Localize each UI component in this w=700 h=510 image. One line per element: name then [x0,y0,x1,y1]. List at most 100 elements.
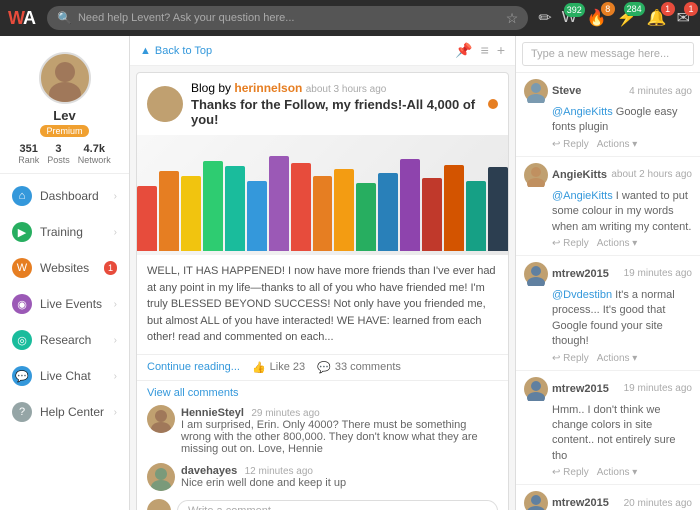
message-avatar-mtrew3 [524,491,548,510]
message-reply-area-3: ↩ Reply Actions ▾ [552,353,692,364]
message-reply-area: ↩ Reply Actions ▾ [552,139,692,150]
message-reply-area-4: ↩ Reply Actions ▾ [552,467,692,478]
comments-section: View all comments HennieSteyl 29 minutes… [137,380,508,510]
username: Lev [53,108,75,123]
post-header: Blog by herinnelson about 3 hours ago Th… [137,73,508,135]
comment-item-2: davehayes 12 minutes ago Nice erin well … [147,463,498,491]
websites-badge: 1 [104,261,117,275]
search-input[interactable] [78,12,500,24]
sidebar-item-research[interactable]: ◎ Research › [0,322,129,358]
training-icon: ▶ [12,222,32,242]
sidebar-item-live-events[interactable]: ◉ Live Events › [0,286,129,322]
read-more-link[interactable]: Continue reading... [147,361,240,373]
message-text-mtrew1: @Dvdestibn It's a normal process... It's… [552,288,692,350]
sidebar-item-training[interactable]: ▶ Training › [0,214,129,250]
comment-icon: 💬 [317,361,331,374]
message-text-steve: @AngieKitts Google easy fonts plugin [552,105,692,136]
network-stat: 4.7k Network [78,143,111,165]
right-sidebar: Steve 4 minutes ago @AngieKitts Google e… [515,36,700,510]
actions-link-3[interactable]: Actions ▾ [597,353,638,364]
actions-link-2[interactable]: Actions ▾ [597,238,638,249]
star-icon[interactable]: ☆ [506,10,519,27]
actions-link-4[interactable]: Actions ▾ [597,467,638,478]
bell-button[interactable]: 🔔 1 [645,6,669,30]
filter-icon[interactable]: ≡ [481,42,489,59]
search-bar[interactable]: 🔍 ☆ [47,6,528,30]
sidebar-item-label-training: Training [40,225,83,239]
post-time: about 3 hours ago [306,84,387,95]
messages-list: Steve 4 minutes ago @AngieKitts Google e… [516,73,700,510]
view-all-comments-link[interactable]: View all comments [147,387,498,399]
avatar [39,52,91,104]
comment-input[interactable] [177,500,498,510]
back-to-top-button[interactable]: ▲ Back to Top [140,45,212,57]
plus-icon[interactable]: + [497,42,505,59]
wa-count-button[interactable]: W 392 [560,7,579,29]
message-item-mtrew1: mtrew2015 19 minutes ago @Dvdestibn It's… [516,256,700,371]
message-header-3: mtrew2015 19 minutes ago [524,262,692,286]
fire-button[interactable]: 🔥 8 [585,6,609,30]
message-input[interactable] [522,42,694,66]
fire-badge: 8 [601,2,615,16]
websites-icon: W [12,258,32,278]
live-events-icon: ◉ [12,294,32,314]
post-actions: Continue reading... 👍 Like 23 💬 33 comme… [137,354,508,380]
sidebar-item-label-help-center: Help Center [40,405,104,419]
lightning-button[interactable]: ⚡ 284 [615,6,639,30]
message-item-mtrew2: mtrew2015 19 minutes ago Hmm.. I don't t… [516,371,700,486]
center-content: ▲ Back to Top 📌 ≡ + Blog by [130,36,515,510]
sidebar-item-label-websites: Websites [40,261,89,275]
back-to-top-bar: ▲ Back to Top 📌 ≡ + [130,36,515,66]
arrow-up-icon: ▲ [140,45,151,57]
sidebar-item-websites[interactable]: W Websites 1 [0,250,129,286]
user-premium-badge: Premium [40,125,88,137]
pin-icon[interactable]: 📌 [455,42,472,59]
post-image [137,135,508,255]
message-avatar-mtrew1 [524,262,548,286]
left-sidebar: Lev Premium 351 Rank 3 Posts 4.7k Networ… [0,36,130,510]
chevron-icon: › [114,191,117,202]
sidebar-item-label-live-chat: Live Chat [40,369,91,383]
nav-icons: ✏ W 392 🔥 8 ⚡ 284 🔔 1 ✉ 1 [536,6,692,30]
reply-link-3[interactable]: ↩ Reply [552,353,589,364]
pencil-button[interactable]: ✏ [536,6,553,30]
sidebar-item-label-live-events: Live Events [40,297,102,311]
sidebar-item-dashboard[interactable]: ⌂ Dashboard › [0,178,129,214]
top-nav: WA 🔍 ☆ ✏ W 392 🔥 8 ⚡ 284 🔔 1 ✉ 1 [0,0,700,36]
silhouettes [137,135,508,255]
actions-link[interactable]: Actions ▾ [597,139,638,150]
reply-link[interactable]: ↩ Reply [552,139,589,150]
post-body-text: WELL, IT HAS HAPPENED! I now have more f… [137,255,508,354]
comment-input-avatar [147,499,171,510]
sidebar-item-help-center[interactable]: ? Help Center › [0,394,129,430]
message-item-mtrew3: mtrew2015 20 minutes ago @AngieKitts The… [516,485,700,510]
sidebar-item-live-chat[interactable]: 💬 Live Chat › [0,358,129,394]
message-header-2: AngieKitts about 2 hours ago [524,163,692,187]
comment-input-area [147,499,498,510]
comment-avatar-2 [147,463,175,491]
bell-badge: 1 [661,2,675,16]
comment-content-1: HennieSteyl 29 minutes ago I am surprise… [181,405,498,455]
post-meta: Blog by herinnelson about 3 hours ago Th… [191,81,480,127]
email-button[interactable]: ✉ 1 [675,6,692,30]
comment-content-2: davehayes 12 minutes ago Nice erin well … [181,463,498,489]
message-text-mtrew2: Hmm.. I don't think we change colors in … [552,403,692,465]
reply-link-4[interactable]: ↩ Reply [552,467,589,478]
comment-button[interactable]: 💬 33 comments [317,361,401,374]
profile-area: Lev Premium 351 Rank 3 Posts 4.7k Networ… [0,44,129,174]
post-author[interactable]: herinnelson [234,81,302,95]
bar-icons: 📌 ≡ + [455,42,505,59]
message-avatar-mtrew2 [524,377,548,401]
chevron-icon-research: › [114,335,117,346]
post-card: Blog by herinnelson about 3 hours ago Th… [136,72,509,510]
chevron-icon-live-chat: › [114,371,117,382]
reply-link-2[interactable]: ↩ Reply [552,238,589,249]
post-title: Thanks for the Follow, my friends!-All 4… [191,95,480,127]
wa-badge: 392 [564,3,585,17]
message-header: Steve 4 minutes ago [524,79,692,103]
like-button[interactable]: 👍 Like 23 [252,361,305,374]
thumbs-up-icon: 👍 [252,361,266,374]
post-blog-label: Blog by herinnelson about 3 hours ago [191,81,480,95]
comment-item: HennieSteyl 29 minutes ago I am surprise… [147,405,498,455]
message-avatar-steve [524,79,548,103]
